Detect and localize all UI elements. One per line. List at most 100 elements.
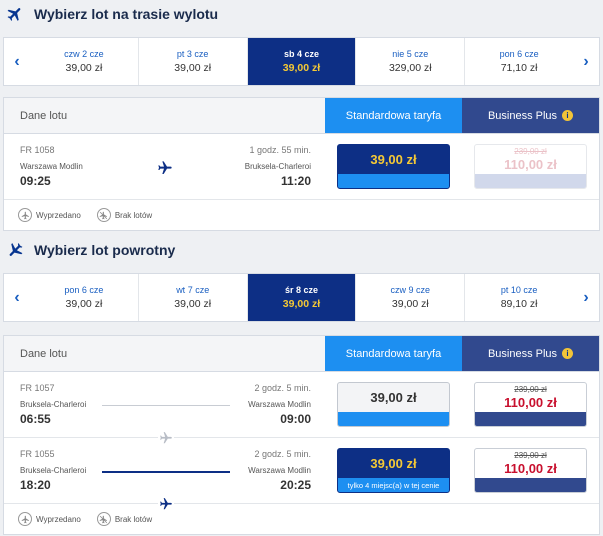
return-date-4[interactable]: pt 10 cze 89,10 zł (465, 274, 573, 321)
business-fare-button[interactable]: 239,00 zł 110,00 zł (474, 382, 587, 427)
return-date-0[interactable]: pon 6 cze 39,00 zł (30, 274, 139, 321)
flight-details: FR 1058 1 godz. 55 min. Warszawa Modlin … (4, 134, 325, 199)
departure-time: 18:20 (20, 478, 51, 492)
business-fare-button[interactable]: 239,00 zł 110,00 zł (474, 144, 587, 189)
business-old-price: 239,00 zł (514, 451, 547, 460)
destination-city: Warszawa Modlin (248, 400, 311, 409)
info-icon[interactable]: i (562, 348, 574, 359)
outbound-date-2-selected[interactable]: sb 4 cze 39,00 zł (247, 38, 357, 85)
business-plus-header[interactable]: Business Plus i (462, 98, 599, 133)
plane-icon (157, 160, 173, 181)
chevron-left-icon[interactable]: ‹ (4, 38, 30, 85)
standard-fare-button[interactable]: 39,00 zł (337, 382, 450, 427)
standard-price: 39,00 zł (370, 456, 417, 471)
date-price: 89,10 zł (500, 298, 538, 310)
business-new-price: 110,00 zł (504, 461, 557, 476)
return-date-1[interactable]: wt 7 cze 39,00 zł (139, 274, 248, 321)
standard-fare-cell: 39,00 zł tylko 4 miejsc(a) w tej cenie (325, 438, 462, 503)
business-plus-header[interactable]: Business Plus i (462, 336, 599, 371)
legend-no-flights: Brak lotów (96, 512, 153, 526)
info-icon[interactable]: i (562, 110, 574, 121)
date-label: pt 3 cze (176, 49, 209, 59)
return-date-2-selected[interactable]: śr 8 cze 39,00 zł (247, 274, 357, 321)
standard-price: 39,00 zł (370, 152, 417, 167)
legend-sold-out: Wyprzedano (18, 208, 81, 222)
date-price: 39,00 zł (282, 298, 321, 310)
date-price: 39,00 zł (65, 62, 103, 74)
standard-price: 39,00 zł (370, 390, 417, 405)
outbound-date-3[interactable]: nie 5 cze 329,00 zł (356, 38, 466, 85)
flight-details: FR 1055 2 godz. 5 min. Bruksela-Charlero… (4, 438, 325, 512)
business-fare-button[interactable]: 239,00 zł 110,00 zł (474, 448, 587, 493)
fare-bar (475, 174, 586, 188)
business-fare-cell: 239,00 zł 110,00 zł (462, 438, 599, 503)
origin-city: Bruksela-Charleroi (20, 400, 87, 409)
return-section-header: Wybierz lot powrotny (0, 236, 175, 264)
legend-label: Brak lotów (114, 514, 153, 524)
outbound-section-header: Wybierz lot na trasie wylotu (0, 0, 218, 28)
flight-number: FR 1058 (20, 145, 55, 155)
date-label: czw 2 cze (64, 49, 104, 59)
standard-fare-cell: 39,00 zł (325, 372, 462, 437)
business-plus-label: Business Plus (487, 109, 558, 122)
outbound-date-strip: ‹ czw 2 cze 39,00 zł pt 3 cze 39,00 zł s… (3, 37, 600, 86)
business-old-price: 239,00 zł (514, 385, 547, 394)
business-price: 239,00 zł 110,00 zł (475, 145, 586, 174)
chevron-right-icon[interactable]: › (573, 274, 599, 321)
legend-sold-out: Wyprzedano (18, 512, 81, 526)
outbound-date-1[interactable]: pt 3 cze 39,00 zł (139, 38, 248, 85)
date-price: 39,00 zł (65, 298, 103, 310)
legend-label: Wyprzedano (36, 210, 81, 220)
legend-label: Brak lotów (114, 210, 153, 220)
legend: Wyprzedano Brak lotów (4, 504, 599, 534)
return-flights: Dane lotu Standardowa taryfa Business Pl… (3, 335, 600, 535)
standard-fare-button[interactable]: 39,00 zł (337, 144, 450, 189)
date-price: 71,10 zł (500, 62, 538, 74)
standard-fare-button[interactable]: 39,00 zł tylko 4 miejsc(a) w tej cenie (337, 448, 450, 493)
date-price: 329,00 zł (388, 62, 432, 74)
legend: Wyprzedano Brak lotów (4, 200, 599, 230)
flight-number: FR 1055 (20, 449, 55, 459)
destination-city: Bruksela-Charleroi (244, 162, 311, 171)
flight-duration: 2 godz. 5 min. (254, 383, 311, 393)
arrival-time: 20:25 (280, 478, 311, 492)
return-date-strip: ‹ pon 6 cze 39,00 zł wt 7 cze 39,00 zł ś… (3, 273, 600, 322)
date-label: pon 6 cze (64, 285, 104, 295)
business-plus-label: Business Plus (487, 347, 558, 360)
business-old-price: 239,00 zł (514, 147, 547, 156)
flight-details-header: Dane lotu (4, 336, 325, 371)
date-label: czw 9 cze (390, 285, 431, 295)
plane-icon (0, 5, 30, 23)
date-price: 39,00 zł (282, 62, 321, 74)
destination-city: Warszawa Modlin (248, 466, 311, 475)
flight-details: FR 1057 2 godz. 5 min. Bruksela-Charlero… (4, 372, 325, 446)
flight-duration: 1 godz. 55 min. (249, 145, 311, 155)
outbound-date-4[interactable]: pon 6 cze 71,10 zł (465, 38, 573, 85)
standard-fare-cell: 39,00 zł (325, 134, 462, 199)
no-flights-icon (96, 512, 111, 526)
plane-icon (0, 241, 30, 259)
flight-details-header: Dane lotu (4, 98, 325, 133)
departure-time: 09:25 (20, 174, 51, 188)
date-label: śr 8 cze (284, 285, 318, 295)
business-price: 239,00 zł 110,00 zł (475, 383, 586, 412)
chevron-right-icon[interactable]: › (573, 38, 599, 85)
standard-fare-header: Standardowa taryfa (325, 98, 462, 133)
return-date-3[interactable]: czw 9 cze 39,00 zł (356, 274, 466, 321)
departure-time: 06:55 (20, 412, 51, 426)
chevron-left-icon[interactable]: ‹ (4, 274, 30, 321)
sold-out-icon (18, 208, 32, 222)
fare-bar (338, 412, 449, 426)
flight-row: FR 1057 2 godz. 5 min. Bruksela-Charlero… (4, 372, 599, 446)
business-price: 239,00 zł 110,00 zł (475, 449, 586, 478)
date-label: pon 6 cze (499, 49, 539, 59)
outbound-date-0[interactable]: czw 2 cze 39,00 zł (30, 38, 139, 85)
date-label: sb 4 cze (283, 49, 319, 59)
outbound-flights: Dane lotu Standardowa taryfa Business Pl… (3, 97, 600, 231)
arrival-time: 09:00 (280, 412, 311, 426)
no-flights-icon (96, 208, 111, 222)
route-line (102, 471, 230, 512)
date-label: wt 7 cze (176, 285, 210, 295)
date-label: pt 10 cze (500, 285, 538, 295)
business-new-price: 110,00 zł (504, 395, 557, 410)
